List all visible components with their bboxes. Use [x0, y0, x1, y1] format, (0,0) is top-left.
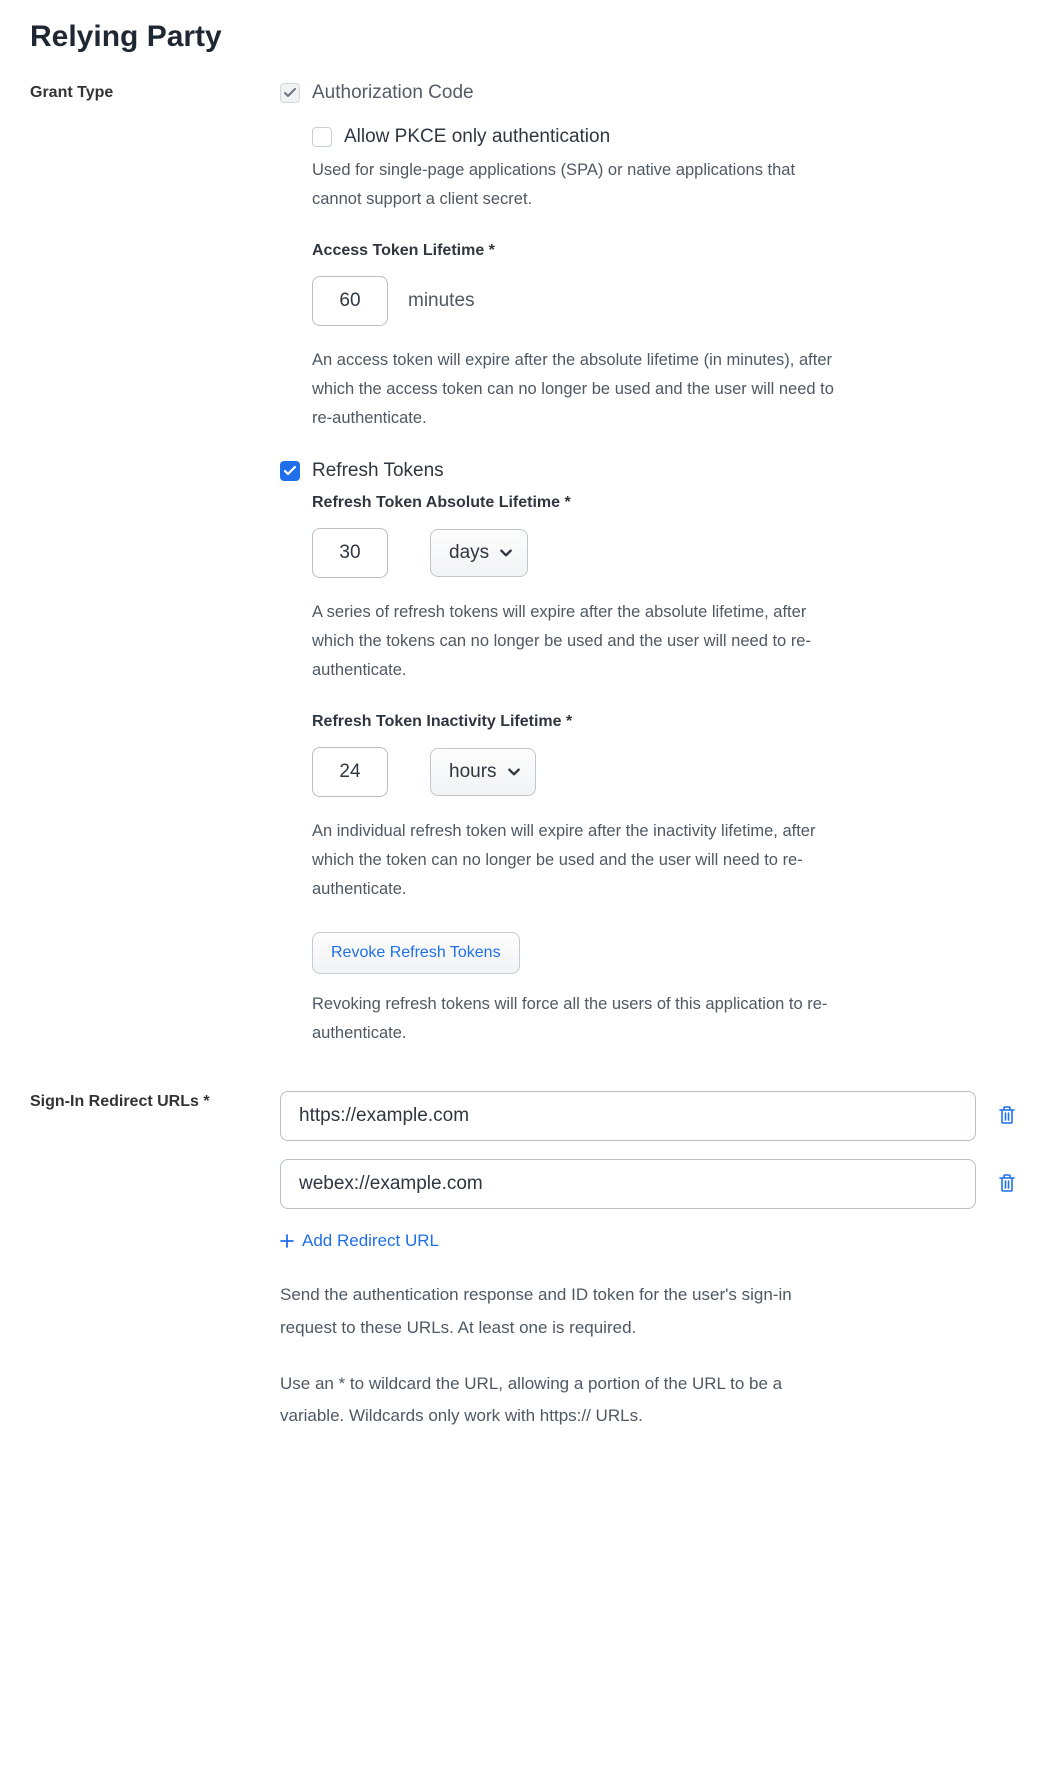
plus-icon	[280, 1234, 294, 1248]
trash-icon	[998, 1173, 1016, 1193]
refresh-absolute-label: Refresh Token Absolute Lifetime *	[312, 494, 840, 512]
access-token-lifetime-input[interactable]	[312, 276, 388, 326]
pkce-help: Used for single-page applications (SPA) …	[312, 156, 840, 214]
refresh-inactivity-unit-select[interactable]: hours	[430, 748, 536, 796]
refresh-absolute-help: A series of refresh tokens will expire a…	[312, 598, 840, 685]
redirect-url-input-0[interactable]	[280, 1091, 976, 1141]
redirect-url-row	[280, 1159, 1020, 1209]
refresh-inactivity-input[interactable]	[312, 747, 388, 797]
check-icon	[284, 88, 296, 98]
delete-redirect-url-button[interactable]	[994, 1101, 1020, 1132]
add-redirect-url-button[interactable]: Add Redirect URL	[280, 1231, 439, 1251]
revoke-help: Revoking refresh tokens will force all t…	[312, 990, 840, 1048]
redirect-url-row	[280, 1091, 1020, 1141]
refresh-absolute-unit-text: days	[449, 542, 489, 564]
refresh-tokens-checkbox[interactable]	[280, 461, 300, 481]
add-redirect-url-label: Add Redirect URL	[302, 1231, 439, 1251]
delete-redirect-url-button[interactable]	[994, 1169, 1020, 1200]
refresh-inactivity-label: Refresh Token Inactivity Lifetime *	[312, 713, 840, 731]
check-icon	[284, 466, 296, 476]
auth-code-label: Authorization Code	[312, 82, 474, 104]
access-token-help: An access token will expire after the ab…	[312, 346, 840, 433]
chevron-down-icon	[499, 546, 513, 560]
revoke-refresh-tokens-button[interactable]: Revoke Refresh Tokens	[312, 932, 520, 974]
pkce-label: Allow PKCE only authentication	[344, 126, 610, 148]
access-token-unit: minutes	[408, 290, 475, 312]
access-token-lifetime-label: Access Token Lifetime *	[312, 242, 840, 260]
redirect-urls-section: Sign-In Redirect URLs * Add Redirect URL…	[30, 1091, 1020, 1456]
pkce-row: Allow PKCE only authentication	[312, 126, 840, 148]
redirect-help-1: Send the authentication response and ID …	[280, 1279, 800, 1344]
grant-type-label: Grant Type	[30, 82, 280, 102]
refresh-absolute-unit-select[interactable]: days	[430, 529, 528, 577]
auth-code-checkbox[interactable]	[280, 83, 300, 103]
refresh-tokens-label: Refresh Tokens	[312, 460, 444, 482]
trash-icon	[998, 1105, 1016, 1125]
redirect-url-input-1[interactable]	[280, 1159, 976, 1209]
refresh-inactivity-unit-text: hours	[449, 761, 497, 783]
refresh-inactivity-help: An individual refresh token will expire …	[312, 817, 840, 904]
chevron-down-icon	[507, 765, 521, 779]
auth-code-row: Authorization Code	[280, 82, 840, 104]
refresh-absolute-input[interactable]	[312, 528, 388, 578]
refresh-tokens-row: Refresh Tokens	[280, 460, 840, 482]
redirect-urls-label: Sign-In Redirect URLs *	[30, 1091, 280, 1111]
page-title: Relying Party	[30, 20, 1020, 54]
pkce-checkbox[interactable]	[312, 127, 332, 147]
redirect-help-2: Use an * to wildcard the URL, allowing a…	[280, 1368, 800, 1433]
grant-type-section: Grant Type Authorization Code Allow PKCE…	[30, 82, 1020, 1047]
